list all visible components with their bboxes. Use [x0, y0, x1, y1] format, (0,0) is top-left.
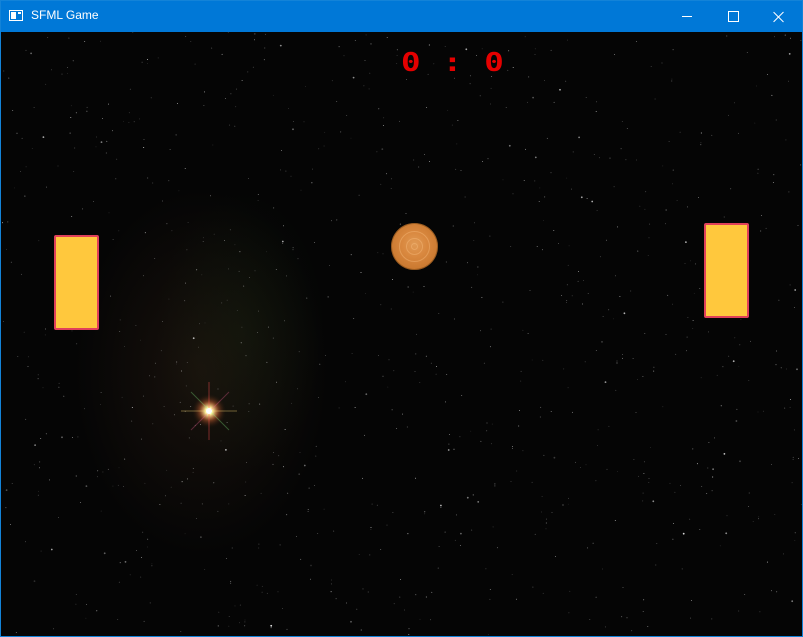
minimize-button[interactable] [664, 1, 710, 32]
maximize-button[interactable] [710, 1, 756, 32]
lens-flare-star [181, 382, 237, 440]
close-button[interactable] [756, 1, 802, 32]
starfield-background [2, 32, 802, 636]
left-paddle [54, 235, 99, 330]
maximize-icon [727, 11, 739, 22]
window-title: SFML Game [31, 8, 99, 22]
title-bar[interactable]: SFML Game [1, 1, 802, 32]
app-window-icon [9, 10, 23, 21]
game-window: SFML Game 0: 0 [0, 0, 803, 637]
close-icon [773, 11, 785, 23]
game-canvas[interactable]: 0 : 0 [1, 32, 802, 636]
right-paddle [704, 223, 749, 318]
score-display: 0 : 0 [401, 48, 506, 78]
minimize-icon [682, 16, 692, 17]
ball [391, 223, 438, 270]
